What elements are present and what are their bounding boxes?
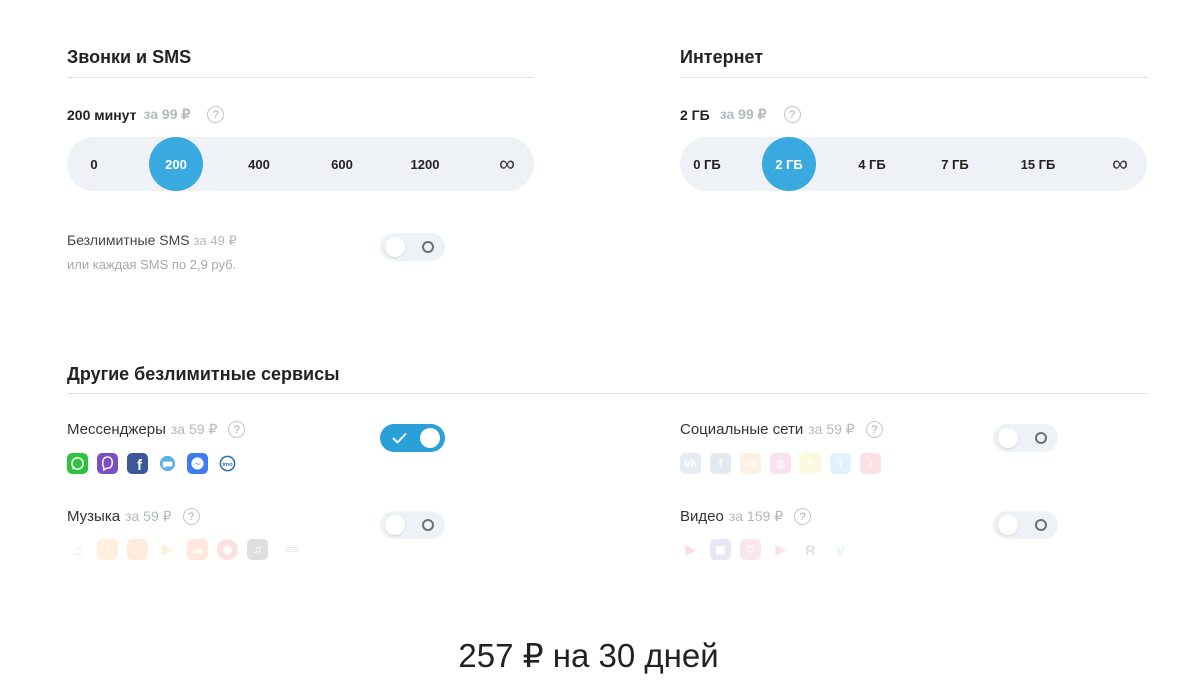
vk-icon: vk (680, 453, 701, 474)
music-label-row: Музыка за 59 ₽ ? (67, 508, 200, 525)
record-icon: ◉ (217, 539, 238, 560)
minutes-option-unlimited[interactable]: ∞ (480, 137, 534, 191)
rutube-icon: ▶ (775, 541, 786, 557)
youtube-icon: ▶ (685, 541, 696, 557)
internet-divider (680, 77, 1147, 78)
odnoklassniki-icon: ok (740, 453, 761, 474)
music-note-icon: ♫ (72, 541, 83, 558)
calls-price: за 99 ₽ (143, 106, 191, 122)
check-icon (392, 432, 407, 444)
internet-option-7gb[interactable]: 7 ГБ (928, 137, 982, 191)
internet-option-2gb[interactable]: 2 ГБ (762, 137, 816, 191)
tamtam-icon (157, 453, 178, 474)
internet-price: за 99 ₽ (719, 106, 767, 122)
toggle-off-icon (1035, 519, 1047, 531)
video-icons: ▶ ▣ ♡ ▶ R V (680, 539, 860, 560)
toggle-off-icon (1035, 432, 1047, 444)
minutes-option-600[interactable]: 600 (315, 137, 369, 191)
internet-option-4gb[interactable]: 4 ГБ (845, 137, 899, 191)
soundcloud-icon: ☁ (187, 539, 208, 560)
play-music-icon: ▶ (162, 541, 173, 557)
video-price: за 159 ₽ (728, 508, 784, 524)
video-help-icon[interactable]: ? (794, 508, 812, 525)
music-help-icon[interactable]: ? (182, 508, 200, 525)
internet-help-icon[interactable]: ? (783, 106, 801, 123)
sms-label: Безлимитные SMS (67, 232, 190, 248)
calls-divider (67, 77, 534, 78)
sms-price: за 49 ₽ (193, 233, 237, 248)
sms-note: или каждая SMS по 2,9 руб. (67, 257, 237, 272)
deezer-icon: ≡≡ (285, 543, 299, 556)
sms-label-row: Безлимитные SMS за 49 ₽ (67, 232, 237, 249)
messengers-price: за 59 ₽ (170, 421, 218, 437)
social-icons: vk f ok ◎ ✦ t ♪ (680, 453, 890, 474)
toggle-off-icon (422, 519, 434, 531)
twitter-icon: t (830, 453, 851, 474)
messenger-icon (187, 453, 208, 474)
apple-music-icon: ♫ (247, 539, 268, 560)
music-toggle[interactable] (380, 511, 445, 539)
messengers-label: Мессенджеры (67, 421, 166, 438)
r-icon: R (805, 541, 816, 558)
services-section-title: Другие безлимитные сервисы (67, 364, 340, 384)
messengers-help-icon[interactable]: ? (228, 421, 246, 438)
calls-help-icon[interactable]: ? (207, 106, 225, 123)
imo-icon: imo (217, 453, 238, 474)
messengers-toggle[interactable] (380, 424, 445, 452)
facebook-icon: f (127, 453, 148, 474)
toggle-knob (385, 237, 405, 257)
vimeo-icon: V (835, 541, 846, 558)
calls-section-title: Звонки и SMS (67, 47, 192, 67)
internet-option-0gb[interactable]: 0 ГБ (680, 137, 734, 191)
toggle-knob (385, 515, 405, 535)
snapchat-icon: ✦ (800, 453, 821, 474)
calls-amount: 200 минут (67, 106, 137, 123)
video-label: Видео (680, 508, 724, 525)
infinity-icon: ∞ (1112, 151, 1128, 176)
minutes-selector: 0 200 400 600 1200 ∞ (67, 137, 534, 191)
social-label-row: Социальные сети за 59 ₽ ? (680, 421, 883, 438)
toggle-off-icon (422, 241, 434, 253)
total-price: 257 ₽ на 30 дней (458, 637, 719, 674)
social-label: Социальные сети (680, 421, 804, 438)
music-label: Музыка (67, 508, 121, 525)
social-toggle[interactable] (993, 424, 1058, 452)
internet-option-15gb[interactable]: 15 ГБ (1011, 137, 1065, 191)
minutes-option-400[interactable]: 400 (232, 137, 286, 191)
social-help-icon[interactable]: ? (865, 421, 883, 438)
minutes-option-1200[interactable]: 1200 (398, 137, 452, 191)
likee-icon: ♡ (740, 539, 761, 560)
internet-section-title: Интернет (680, 47, 764, 67)
music-service-icon: ♪ (97, 539, 118, 560)
internet-option-unlimited[interactable]: ∞ (1093, 137, 1147, 191)
video-label-row: Видео за 159 ₽ ? (680, 508, 812, 525)
tiktok-icon: ♪ (860, 453, 881, 474)
social-price: за 59 ₽ (808, 421, 855, 437)
music-icons: ♫ ♪ ⌂ ▶ ☁ ◉ ♫ ≡≡ (67, 539, 316, 560)
toggle-knob (998, 428, 1018, 448)
toggle-knob (998, 515, 1018, 535)
toggle-knob (420, 428, 440, 448)
facebook-icon: f (710, 453, 731, 474)
internet-selector: 0 ГБ 2 ГБ 4 ГБ 7 ГБ 15 ГБ ∞ (680, 137, 1147, 191)
instagram-icon: ◎ (770, 453, 791, 474)
viber-icon (97, 453, 118, 474)
internet-amount-row: 2 ГБ за 99 ₽ ? (680, 106, 801, 123)
whatsapp-icon (67, 453, 88, 474)
minutes-option-200[interactable]: 200 (149, 137, 203, 191)
infinity-icon: ∞ (499, 151, 515, 176)
messengers-icons: f imo (67, 453, 247, 474)
music-price: за 59 ₽ (125, 508, 172, 524)
svg-text:imo: imo (222, 462, 233, 468)
minutes-option-0[interactable]: 0 (67, 137, 121, 191)
sms-toggle[interactable] (380, 233, 445, 261)
music-home-icon: ⌂ (127, 539, 148, 560)
video-toggle[interactable] (993, 511, 1058, 539)
messengers-label-row: Мессенджеры за 59 ₽ ? (67, 421, 246, 438)
twitch-icon: ▣ (710, 539, 731, 560)
calls-amount-row: 200 минут за 99 ₽ ? (67, 106, 225, 123)
internet-amount: 2 ГБ (680, 106, 710, 123)
services-divider (67, 393, 1147, 394)
